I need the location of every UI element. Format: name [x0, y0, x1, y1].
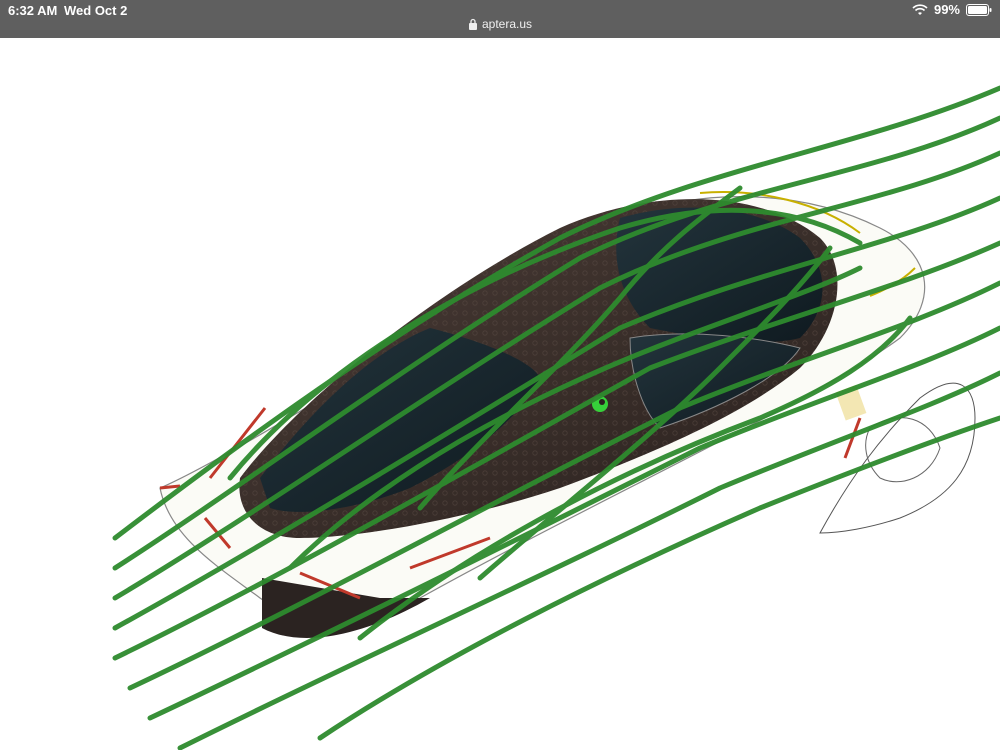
web-content: [0, 38, 1000, 750]
battery-percent: 99%: [933, 2, 960, 17]
status-bar: 6:32 AM Wed Oct 2 99% aptera.us: [0, 0, 1000, 38]
status-date: Wed Oct 2: [64, 3, 128, 18]
url-text: aptera.us: [481, 17, 533, 31]
status-right-group: 99%: [912, 2, 992, 17]
battery-icon: [966, 3, 992, 16]
wifi-icon: [912, 3, 928, 15]
lock-icon: [468, 18, 477, 30]
aptera-airflow-render: [112, 85, 1000, 750]
airflow-streamlines: [112, 85, 1000, 750]
address-bar[interactable]: aptera.us: [0, 17, 1000, 31]
status-time: 6:32 AM: [8, 3, 58, 18]
